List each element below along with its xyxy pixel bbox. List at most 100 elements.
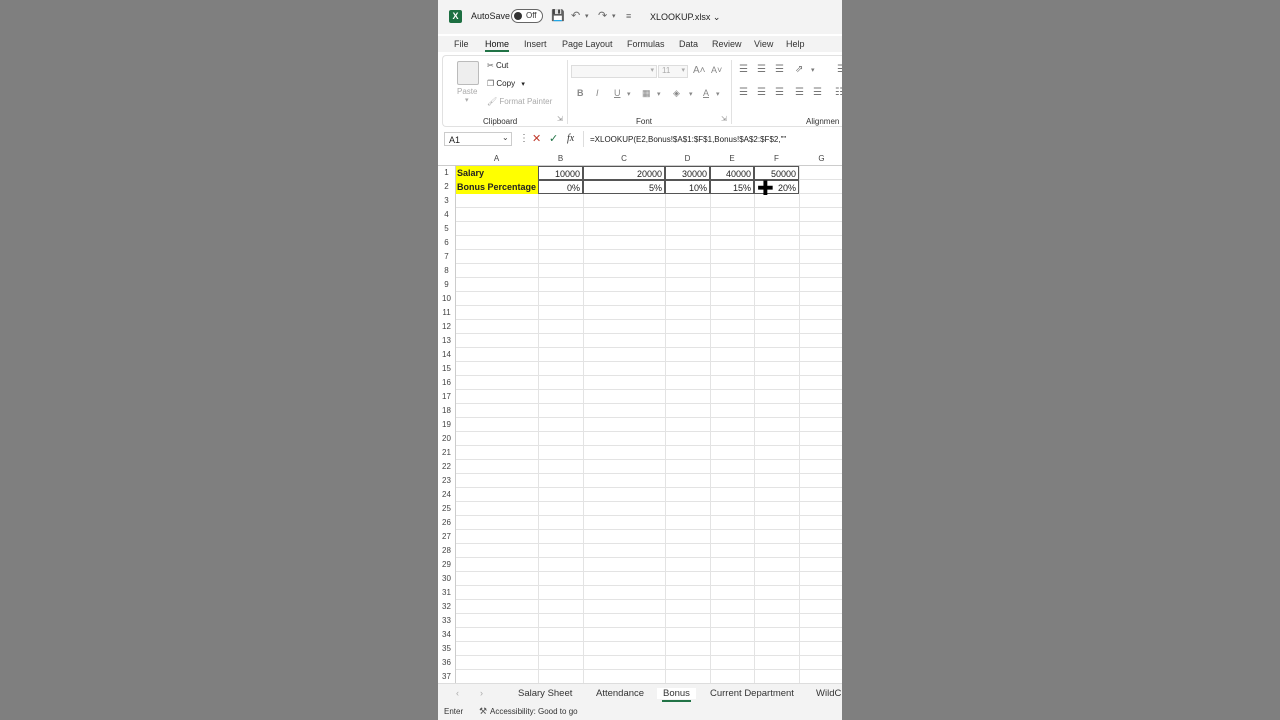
- row-header[interactable]: 26: [438, 516, 456, 530]
- italic-button[interactable]: I: [596, 88, 599, 98]
- column-header-d[interactable]: D: [665, 153, 710, 166]
- row-header[interactable]: 14: [438, 348, 456, 362]
- row-header[interactable]: 15: [438, 362, 456, 376]
- align-left-icon[interactable]: ☰: [739, 87, 748, 98]
- column-header-g[interactable]: G: [799, 153, 842, 166]
- redo-icon[interactable]: ↷: [598, 9, 607, 22]
- column-header-e[interactable]: E: [710, 153, 754, 166]
- column-header-a[interactable]: A: [455, 153, 538, 166]
- sheet-tab-salary-sheet[interactable]: Salary Sheet: [518, 688, 572, 699]
- paste-label[interactable]: Paste: [457, 87, 477, 96]
- bold-button[interactable]: B: [577, 88, 584, 98]
- cancel-icon[interactable]: ✕: [532, 132, 541, 145]
- copy-button[interactable]: ❐ Copy ▾: [487, 79, 525, 88]
- cell-e1[interactable]: 40000: [710, 166, 754, 180]
- row-header[interactable]: 6: [438, 236, 456, 250]
- align-bottom-icon[interactable]: ☰: [775, 64, 784, 75]
- save-icon[interactable]: 💾: [551, 9, 565, 22]
- worksheet-grid[interactable]: A B C D E F G Salary 10000 20000 30000 4…: [438, 153, 842, 684]
- scroll-left-icon[interactable]: ‹: [456, 688, 459, 698]
- font-color-button[interactable]: A: [703, 88, 709, 98]
- align-right-icon[interactable]: ☰: [775, 87, 784, 98]
- row-header[interactable]: 30: [438, 572, 456, 586]
- file-title[interactable]: XLOOKUP.xlsx ⌄: [650, 12, 720, 23]
- customize-toolbar-icon[interactable]: ≡: [626, 11, 631, 21]
- row-header[interactable]: 21: [438, 446, 456, 460]
- formula-input[interactable]: =XLOOKUP(E2,Bonus!$A$1:$F$1,Bonus!$A$2:$…: [590, 135, 786, 144]
- format-painter-button[interactable]: 🖌 Format Painter: [487, 97, 552, 106]
- row-header[interactable]: 37: [438, 670, 456, 684]
- row-header[interactable]: 31: [438, 586, 456, 600]
- row-header[interactable]: 17: [438, 390, 456, 404]
- row-header[interactable]: 18: [438, 404, 456, 418]
- chevron-down-icon[interactable]: ▾: [689, 90, 693, 98]
- tab-review[interactable]: Review: [712, 39, 742, 49]
- row-header[interactable]: 3: [438, 194, 456, 208]
- dialog-launcher-icon[interactable]: ⇲: [557, 115, 563, 123]
- tab-insert[interactable]: Insert: [524, 39, 547, 49]
- tab-formulas[interactable]: Formulas: [627, 39, 665, 49]
- row-header[interactable]: 1: [438, 166, 456, 180]
- row-header[interactable]: 33: [438, 614, 456, 628]
- sheet-tab-wildcard[interactable]: WildC: [816, 688, 841, 699]
- dialog-launcher-icon[interactable]: ⇲: [721, 115, 727, 123]
- align-middle-icon[interactable]: ☰: [757, 64, 766, 75]
- align-center-icon[interactable]: ☰: [757, 87, 766, 98]
- wrap-text-icon[interactable]: ☰: [837, 64, 842, 75]
- font-name-select[interactable]: ▾: [571, 65, 657, 78]
- row-header[interactable]: 29: [438, 558, 456, 572]
- underline-button[interactable]: U: [614, 88, 621, 98]
- column-header-f[interactable]: F: [754, 153, 799, 166]
- cell-d1[interactable]: 30000: [665, 166, 710, 180]
- row-header[interactable]: 10: [438, 292, 456, 306]
- row-header[interactable]: 11: [438, 306, 456, 320]
- row-header[interactable]: 24: [438, 488, 456, 502]
- insert-function-icon[interactable]: fx: [567, 133, 574, 144]
- column-header-c[interactable]: C: [583, 153, 665, 166]
- grow-font-button[interactable]: A˄: [693, 65, 706, 76]
- row-header[interactable]: 32: [438, 600, 456, 614]
- row-header[interactable]: 19: [438, 418, 456, 432]
- row-header[interactable]: 16: [438, 376, 456, 390]
- redo-dropdown-icon[interactable]: ▾: [612, 12, 616, 20]
- undo-icon[interactable]: ↶: [571, 9, 580, 22]
- tab-home[interactable]: Home: [485, 39, 509, 49]
- cell-d2[interactable]: 10%: [665, 180, 710, 194]
- cell-e2[interactable]: 15%: [710, 180, 754, 194]
- row-header[interactable]: 2: [438, 180, 456, 194]
- chevron-down-icon[interactable]: ⌄: [502, 133, 509, 142]
- shrink-font-button[interactable]: A˅: [711, 65, 722, 75]
- row-header[interactable]: 20: [438, 432, 456, 446]
- row-header[interactable]: 35: [438, 642, 456, 656]
- decrease-indent-icon[interactable]: ☰: [795, 87, 804, 98]
- borders-icon[interactable]: ▦: [642, 88, 651, 99]
- tab-page-layout[interactable]: Page Layout: [562, 39, 613, 49]
- column-header-b[interactable]: B: [538, 153, 583, 166]
- row-header[interactable]: 9: [438, 278, 456, 292]
- increase-indent-icon[interactable]: ☰: [813, 87, 822, 98]
- sheet-tab-bonus[interactable]: Bonus: [657, 688, 696, 699]
- more-options-icon[interactable]: ⋮: [519, 133, 529, 144]
- row-header[interactable]: 13: [438, 334, 456, 348]
- accessibility-status[interactable]: Accessibility: Good to go: [490, 707, 578, 716]
- row-header[interactable]: 25: [438, 502, 456, 516]
- fill-color-icon[interactable]: ◈: [673, 88, 680, 99]
- chevron-down-icon[interactable]: ▾: [716, 90, 720, 98]
- row-header[interactable]: 22: [438, 460, 456, 474]
- row-header[interactable]: 36: [438, 656, 456, 670]
- row-header[interactable]: 27: [438, 530, 456, 544]
- font-size-select[interactable]: 11 ▾: [658, 65, 688, 78]
- paste-icon[interactable]: [457, 61, 479, 85]
- cell-c1[interactable]: 20000: [583, 166, 665, 180]
- cell-a1[interactable]: Salary: [455, 166, 538, 180]
- sheet-tab-current-department[interactable]: Current Department: [710, 688, 794, 699]
- tab-view[interactable]: View: [754, 39, 773, 49]
- chevron-down-icon[interactable]: ▾: [627, 90, 631, 98]
- sheet-tab-attendance[interactable]: Attendance: [596, 688, 644, 699]
- tab-file[interactable]: File: [454, 39, 469, 49]
- cell-a2[interactable]: Bonus Percentage: [455, 180, 538, 194]
- cut-button[interactable]: ✂ Cut: [487, 61, 508, 70]
- row-header[interactable]: 4: [438, 208, 456, 222]
- orientation-icon[interactable]: ⇗: [795, 64, 803, 75]
- select-all-corner[interactable]: [438, 153, 455, 166]
